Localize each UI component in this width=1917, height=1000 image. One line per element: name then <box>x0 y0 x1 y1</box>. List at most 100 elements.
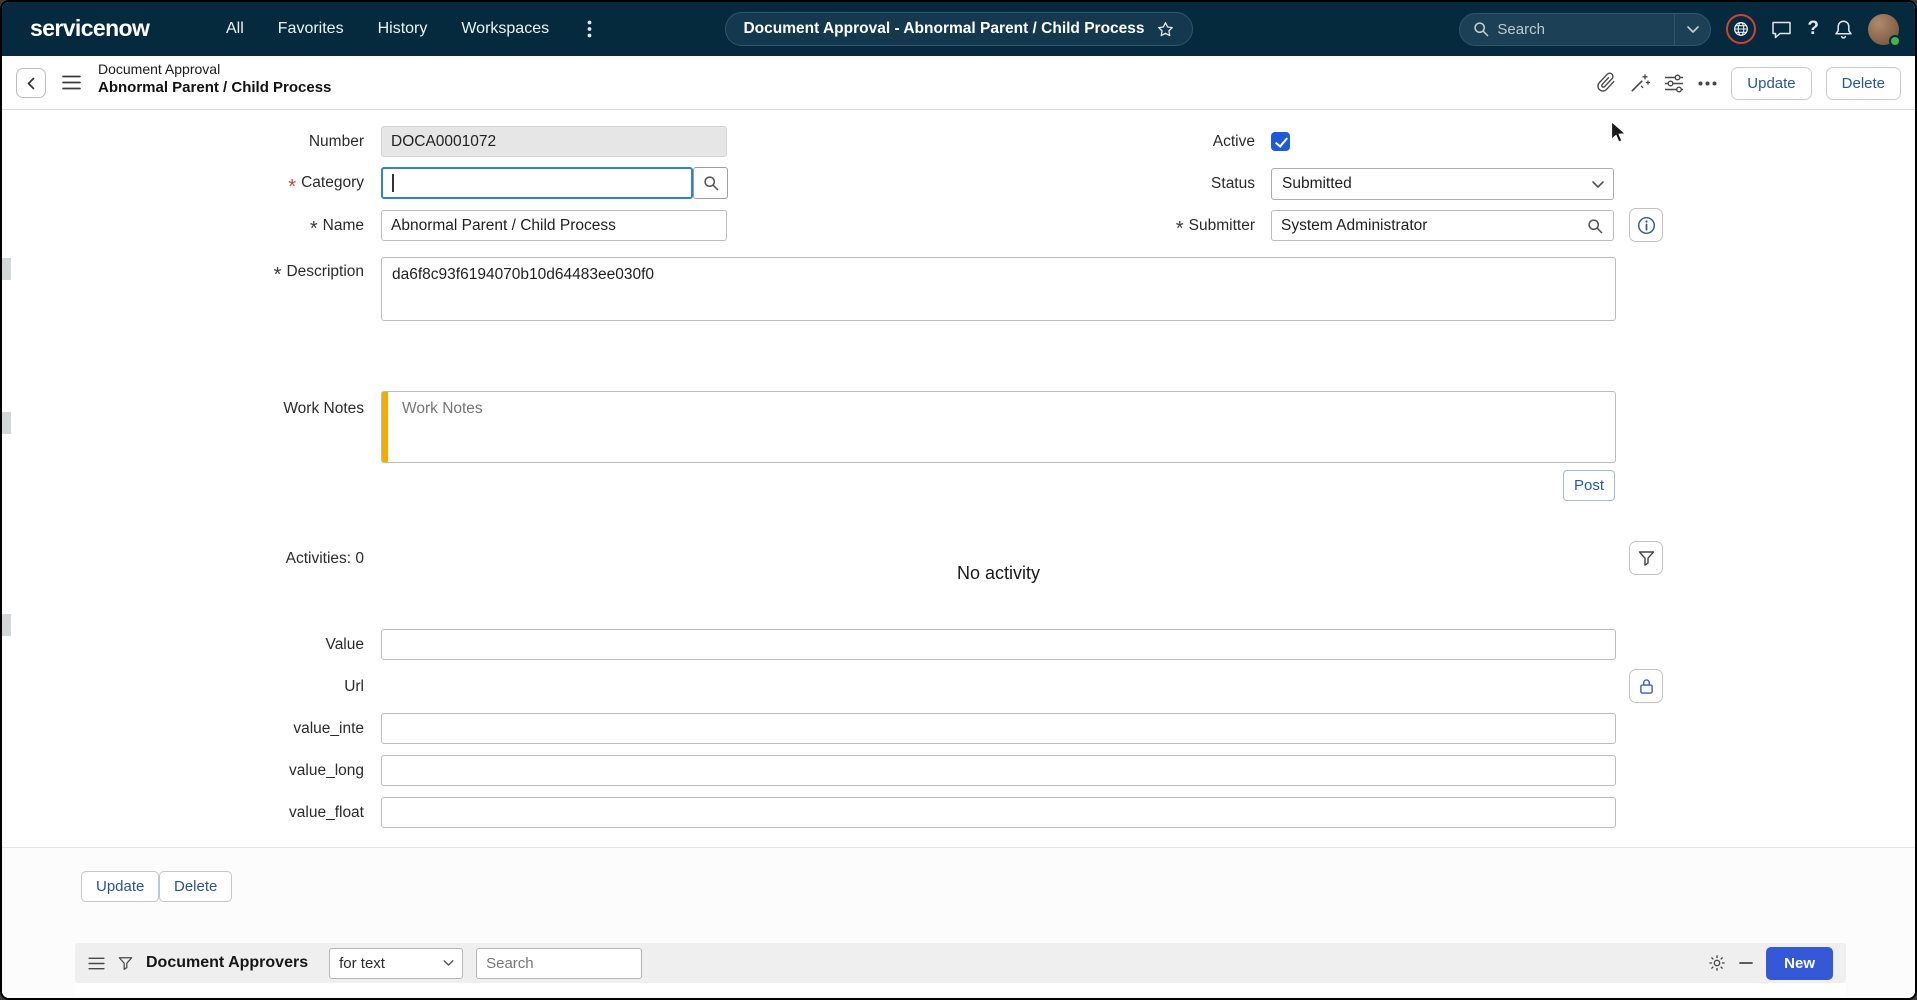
value-inte-input[interactable] <box>381 713 1616 744</box>
nav-favorites[interactable]: Favorites <box>278 20 344 38</box>
list-collapse-minus-icon[interactable] <box>1739 961 1753 965</box>
number-input[interactable] <box>381 126 727 157</box>
bell-icon[interactable] <box>1834 19 1853 40</box>
delete-button-bottom[interactable]: Delete <box>159 871 232 902</box>
required-icon <box>274 261 282 282</box>
attachment-paperclip-icon[interactable] <box>1596 72 1616 94</box>
servicenow-logo[interactable]: servicenow <box>30 15 149 42</box>
related-list-header: Document Approvers for text New <box>75 943 1846 983</box>
status-label-text: Status <box>1211 175 1255 193</box>
post-button[interactable]: Post <box>1563 470 1615 501</box>
mouse-cursor <box>1610 120 1628 151</box>
record-name-label: Abnormal Parent / Child Process <box>98 79 331 96</box>
value-inte-field-label: value_inte <box>82 713 364 744</box>
value-float-input[interactable] <box>381 797 1616 828</box>
user-avatar[interactable] <box>1868 14 1899 45</box>
back-button[interactable] <box>16 68 46 98</box>
active-checkbox[interactable] <box>1271 132 1290 151</box>
form-layout-sliders-icon[interactable] <box>1664 74 1684 93</box>
value-long-field-label: value_long <box>82 755 364 786</box>
category-field-label: Category <box>82 167 364 199</box>
primary-nav: All Favorites History Workspaces <box>226 2 596 56</box>
delete-button-top[interactable]: Delete <box>1826 67 1901 100</box>
globe-icon[interactable] <box>1726 14 1756 44</box>
more-menus-icon[interactable] <box>583 20 596 38</box>
url-unlock-button[interactable] <box>1629 669 1663 703</box>
description-textarea[interactable]: da6f8c93f6194070b10d64483ee030f0 <box>381 257 1616 321</box>
name-label-text: Name <box>323 217 364 235</box>
worknotes-journal-stripe <box>382 392 388 462</box>
active-field-label: Active <box>1042 126 1255 157</box>
number-field-label: Number <box>82 126 364 157</box>
personalize-wand-icon[interactable] <box>1630 73 1650 93</box>
no-activity-message: No activity <box>381 563 1616 584</box>
worknotes-field-label: Work Notes <box>82 393 364 424</box>
presence-dot <box>1889 35 1901 47</box>
global-search[interactable] <box>1459 13 1711 46</box>
number-label-text: Number <box>309 133 364 151</box>
activities-label: Activities: 0 <box>82 543 364 574</box>
description-label-text: Description <box>286 263 364 281</box>
list-context-menu-icon[interactable] <box>88 957 105 970</box>
activity-filter-button[interactable] <box>1629 541 1663 575</box>
value-field-label: Value <box>82 629 364 660</box>
nav-all[interactable]: All <box>226 20 244 38</box>
help-icon[interactable]: ? <box>1807 18 1819 40</box>
list-search-field-select[interactable]: for text <box>329 948 463 979</box>
update-button-bottom[interactable]: Update <box>81 871 159 902</box>
description-field-label: Description <box>82 256 364 287</box>
list-search-input[interactable] <box>476 948 642 979</box>
chat-icon[interactable] <box>1771 20 1792 39</box>
value-input[interactable] <box>381 629 1616 660</box>
value-long-label-text: value_long <box>289 762 364 780</box>
value-long-input[interactable] <box>381 755 1616 786</box>
submitter-info-button[interactable] <box>1629 208 1663 242</box>
nav-workspaces[interactable]: Workspaces <box>461 20 549 38</box>
edge-marker <box>2 614 11 636</box>
header-actions: ? <box>1459 2 1899 56</box>
record-context-title: Document Approval - Abnormal Parent / Ch… <box>743 20 1144 38</box>
category-lookup-button[interactable] <box>693 167 728 199</box>
name-input[interactable] <box>381 210 727 241</box>
url-field-label: Url <box>82 671 364 702</box>
category-input[interactable] <box>381 167 693 199</box>
name-field-label: Name <box>82 210 364 241</box>
record-title: Document Approval Abnormal Parent / Chil… <box>98 61 331 96</box>
edge-marker <box>2 258 11 280</box>
top-nav: servicenow All Favorites History Workspa… <box>2 2 1915 56</box>
caret-down-icon <box>443 960 454 966</box>
submitter-search-icon[interactable] <box>1587 218 1603 234</box>
update-button-top[interactable]: Update <box>1731 67 1811 100</box>
status-select[interactable]: Submitted <box>1271 168 1614 200</box>
more-actions-icon[interactable] <box>1698 81 1717 86</box>
activities-label-text: Activities: 0 <box>286 550 364 568</box>
context-menu-icon[interactable] <box>62 75 81 90</box>
related-list-title: Document Approvers <box>146 954 308 972</box>
app-window: servicenow All Favorites History Workspa… <box>0 0 1917 1000</box>
record-context-pill[interactable]: Document Approval - Abnormal Parent / Ch… <box>724 12 1192 46</box>
search-options-caret-icon[interactable] <box>1674 14 1710 45</box>
required-icon <box>310 215 318 236</box>
related-list-body <box>75 983 1846 1000</box>
search-icon <box>1473 21 1489 37</box>
list-filter-funnel-icon[interactable] <box>118 956 133 971</box>
value-float-field-label: value_float <box>82 797 364 828</box>
favorite-star-icon[interactable] <box>1157 21 1174 38</box>
list-search-field-value: for text <box>339 955 385 972</box>
submitter-field-label: Submitter <box>1042 210 1255 241</box>
status-field-label: Status <box>1042 168 1255 200</box>
global-search-input[interactable] <box>1497 21 1674 38</box>
record-type-label: Document Approval <box>98 61 331 77</box>
worknotes-label-text: Work Notes <box>283 400 364 418</box>
worknotes-textarea[interactable] <box>381 391 1616 463</box>
toolbar-actions: Update Delete <box>1596 56 1901 110</box>
text-caret <box>392 174 394 192</box>
submitter-input[interactable] <box>1271 210 1614 241</box>
required-icon <box>1176 215 1184 236</box>
list-settings-gear-icon[interactable] <box>1708 954 1726 972</box>
active-label-text: Active <box>1213 133 1255 151</box>
new-button[interactable]: New <box>1766 947 1833 980</box>
required-icon <box>288 173 296 194</box>
nav-history[interactable]: History <box>378 20 428 38</box>
value-float-label-text: value_float <box>289 804 364 822</box>
